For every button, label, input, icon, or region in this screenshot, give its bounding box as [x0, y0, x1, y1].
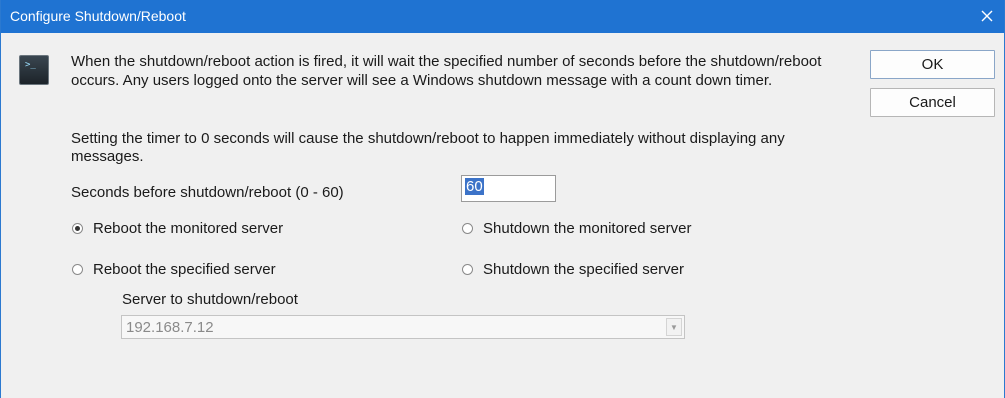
radio-button-selected[interactable] — [72, 223, 83, 234]
terminal-icon: >_ — [19, 55, 49, 85]
radio-reboot-specified[interactable]: Reboot the specified server — [72, 261, 276, 278]
radio-label: Shutdown the specified server — [483, 261, 684, 278]
terminal-prompt-glyph: >_ — [25, 60, 36, 70]
radio-shutdown-specified[interactable]: Shutdown the specified server — [462, 261, 684, 278]
chevron-down-icon[interactable]: ▼ — [666, 318, 682, 336]
radio-button[interactable] — [462, 223, 473, 234]
description-text: When the shutdown/reboot action is fired… — [71, 53, 822, 89]
server-value: 192.168.7.12 — [126, 319, 214, 336]
server-select[interactable]: 192.168.7.12 ▼ — [121, 315, 685, 339]
window-title: Configure Shutdown/Reboot — [10, 8, 186, 24]
ok-button[interactable]: OK — [870, 50, 995, 79]
radio-reboot-monitored[interactable]: Reboot the monitored server — [72, 220, 283, 237]
radio-shutdown-monitored[interactable]: Shutdown the monitored server — [462, 220, 691, 237]
server-label: Server to shutdown/reboot — [122, 291, 298, 308]
configure-shutdown-dialog: Configure Shutdown/Reboot >_ When the sh… — [0, 0, 1005, 398]
title-bar: Configure Shutdown/Reboot — [1, 0, 1004, 33]
cancel-button[interactable]: Cancel — [870, 88, 995, 117]
seconds-label: Seconds before shutdown/reboot (0 - 60) — [71, 184, 344, 201]
seconds-value: 60 — [465, 178, 484, 195]
radio-button[interactable] — [72, 264, 83, 275]
timer-note-text: Setting the timer to 0 seconds will caus… — [71, 130, 785, 165]
radio-label: Reboot the monitored server — [93, 220, 284, 237]
radio-label: Shutdown the monitored server — [483, 220, 692, 237]
close-icon[interactable] — [974, 3, 1000, 29]
dialog-body: >_ When the shutdown/reboot action is fi… — [1, 33, 1004, 398]
radio-button[interactable] — [462, 264, 473, 275]
seconds-input[interactable]: 60 — [461, 175, 556, 202]
radio-label: Reboot the specified server — [93, 261, 276, 278]
